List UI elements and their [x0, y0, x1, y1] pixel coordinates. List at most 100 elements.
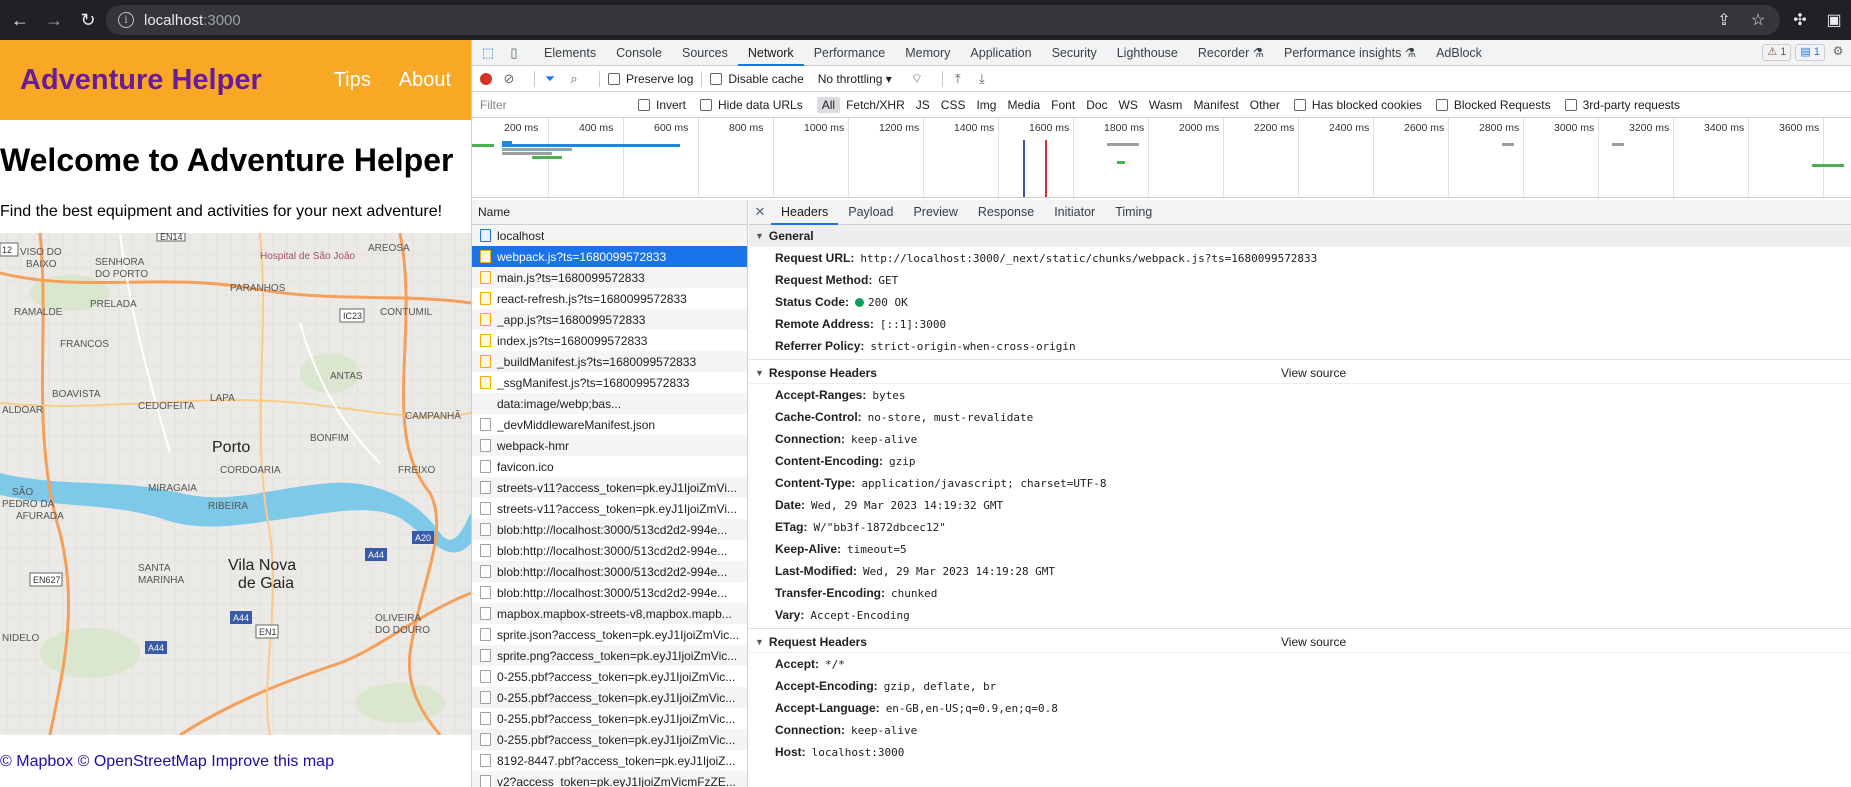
network-conditions-icon[interactable]: ⌔ [910, 71, 924, 86]
address-bar[interactable]: i localhost:3000 [106, 5, 1780, 35]
filter-type-js[interactable]: JS [911, 97, 935, 113]
request-row[interactable]: react-refresh.js?ts=1680099572833 [472, 288, 747, 309]
detail-tab-headers[interactable]: Headers [771, 200, 839, 225]
has-blocked-cookies-checkbox[interactable]: Has blocked cookies [1293, 98, 1422, 112]
response-view-source-link[interactable]: View source [1281, 366, 1346, 380]
record-button[interactable] [480, 72, 492, 85]
filter-type-other[interactable]: Other [1245, 97, 1285, 113]
inspect-element-icon[interactable]: ⬚ [478, 43, 498, 63]
request-row[interactable]: 0-255.pbf?access_token=pk.eyJ1IjoiZmVic.… [472, 666, 747, 687]
filter-input[interactable]: Filter [478, 96, 638, 114]
extensions-icon[interactable]: ✣ [1783, 10, 1817, 30]
devtools-tab-adblock[interactable]: AdBlock [1426, 40, 1492, 66]
filter-type-all[interactable]: All [816, 96, 841, 113]
request-row[interactable]: main.js?ts=1680099572833 [472, 267, 747, 288]
back-icon[interactable]: ← [6, 6, 34, 34]
devtools-tab-application[interactable]: Application [960, 40, 1041, 66]
devtools-tab-lighthouse[interactable]: Lighthouse [1107, 40, 1188, 66]
request-row[interactable]: data:image/webp;bas... [472, 393, 747, 414]
filter-type-doc[interactable]: Doc [1081, 97, 1112, 113]
throttling-select[interactable]: No throttling ▾ [818, 72, 892, 86]
devtools-tab-memory[interactable]: Memory [895, 40, 960, 66]
settings-gear-icon[interactable]: ⚙ [1829, 44, 1847, 61]
general-section-header[interactable]: ▼ General [749, 225, 1851, 247]
request-row[interactable]: blob:http://localhost:3000/513cd2d2-994e… [472, 561, 747, 582]
request-row[interactable]: localhost [472, 225, 747, 246]
close-detail-icon[interactable]: ✕ [749, 204, 771, 220]
request-row[interactable]: v2?access_token=pk.eyJ1IjoiZmVicmFzZE... [472, 771, 747, 787]
disable-cache-checkbox[interactable]: Disable cache [710, 72, 804, 86]
nav-about-link[interactable]: About [399, 69, 451, 92]
warning-count-badge[interactable]: ⚠ 1 [1762, 44, 1792, 61]
share-icon[interactable]: ⇪ [1707, 10, 1741, 30]
filter-type-media[interactable]: Media [1002, 97, 1045, 113]
devtools-tab-console[interactable]: Console [606, 40, 672, 66]
blocked-requests-checkbox[interactable]: Blocked Requests [1435, 98, 1551, 112]
third-party-checkbox[interactable]: 3rd-party requests [1564, 98, 1680, 112]
hide-data-urls-checkbox[interactable]: Hide data URLs [700, 98, 803, 112]
request-headers-section-header[interactable]: ▼ Request Headers View source [749, 631, 1851, 653]
request-row[interactable]: sprite.png?access_token=pk.eyJ1IjoiZmVic… [472, 645, 747, 666]
detail-tab-initiator[interactable]: Initiator [1044, 200, 1105, 225]
filter-icon[interactable]: ⏷ [543, 71, 557, 86]
request-row[interactable]: 0-255.pbf?access_token=pk.eyJ1IjoiZmVic.… [472, 729, 747, 750]
response-headers-section-header[interactable]: ▼ Response Headers View source [749, 362, 1851, 384]
export-har-icon[interactable]: ⤓ [975, 71, 989, 86]
request-row[interactable]: blob:http://localhost:3000/513cd2d2-994e… [472, 519, 747, 540]
detail-tab-preview[interactable]: Preview [903, 200, 967, 225]
message-count-badge[interactable]: ▤ 1 [1795, 44, 1825, 61]
site-info-icon[interactable]: i [118, 12, 134, 28]
detail-tab-timing[interactable]: Timing [1105, 200, 1162, 225]
request-row[interactable]: webpack.js?ts=1680099572833 [472, 246, 747, 267]
request-row[interactable]: _devMiddlewareManifest.json [472, 414, 747, 435]
sidebar-icon[interactable]: ▣ [1817, 10, 1851, 30]
filter-type-css[interactable]: CSS [936, 97, 971, 113]
request-row[interactable]: 0-255.pbf?access_token=pk.eyJ1IjoiZmVic.… [472, 687, 747, 708]
request-row[interactable]: 0-255.pbf?access_token=pk.eyJ1IjoiZmVic.… [472, 708, 747, 729]
name-column-header[interactable]: Name [472, 200, 747, 225]
filter-type-font[interactable]: Font [1046, 97, 1080, 113]
request-row[interactable]: blob:http://localhost:3000/513cd2d2-994e… [472, 540, 747, 561]
request-view-source-link[interactable]: View source [1281, 635, 1346, 649]
site-title[interactable]: Adventure Helper [20, 64, 262, 97]
devtools-tab-elements[interactable]: Elements [534, 40, 606, 66]
request-row[interactable]: index.js?ts=1680099572833 [472, 330, 747, 351]
filter-type-img[interactable]: Img [971, 97, 1001, 113]
detail-tab-response[interactable]: Response [968, 200, 1044, 225]
filter-type-manifest[interactable]: Manifest [1188, 97, 1243, 113]
request-row[interactable]: sprite.json?access_token=pk.eyJ1IjoiZmVi… [472, 624, 747, 645]
filter-type-fetch-xhr[interactable]: Fetch/XHR [841, 97, 910, 113]
filter-type-ws[interactable]: WS [1114, 97, 1143, 113]
request-row[interactable]: webpack-hmr [472, 435, 747, 456]
request-row[interactable]: _buildManifest.js?ts=1680099572833 [472, 351, 747, 372]
device-toolbar-icon[interactable]: ▯ [504, 43, 524, 63]
request-row[interactable]: blob:http://localhost:3000/513cd2d2-994e… [472, 582, 747, 603]
devtools-tab-network[interactable]: Network [737, 40, 804, 66]
forward-icon[interactable]: → [40, 6, 68, 34]
network-overview-timeline[interactable]: 200 ms 400 ms 600 ms 800 ms 1000 ms 1200 ms 14… [472, 118, 1851, 198]
request-row[interactable]: 8192-8447.pbf?access_token=pk.eyJ1IjoiZ.… [472, 750, 747, 771]
devtools-tab-performance[interactable]: Performance [804, 40, 896, 66]
mapbox-attribution-link[interactable]: © Mapbox [0, 753, 73, 770]
request-row[interactable]: _ssgManifest.js?ts=1680099572833 [472, 372, 747, 393]
bookmark-star-icon[interactable]: ☆ [1741, 10, 1775, 30]
request-row[interactable]: streets-v11?access_token=pk.eyJ1IjoiZmVi… [472, 477, 747, 498]
request-row[interactable]: favicon.ico [472, 456, 747, 477]
request-row[interactable]: _app.js?ts=1680099572833 [472, 309, 747, 330]
request-row[interactable]: streets-v11?access_token=pk.eyJ1IjoiZmVi… [472, 498, 747, 519]
import-har-icon[interactable]: ⤒ [951, 71, 965, 86]
filter-type-wasm[interactable]: Wasm [1144, 97, 1188, 113]
devtools-tab-recorder[interactable]: Recorder ⚗ [1188, 40, 1274, 66]
devtools-tab-security[interactable]: Security [1042, 40, 1107, 66]
preserve-log-checkbox[interactable]: Preserve log [608, 72, 693, 86]
improve-map-link[interactable]: Improve this map [211, 753, 334, 770]
nav-tips-link[interactable]: Tips [334, 69, 371, 92]
map[interactable]: Hospital de São João AREOSA SENHORA DO PO… [0, 233, 471, 735]
search-icon[interactable]: ⌕ [567, 71, 581, 86]
clear-icon[interactable]: ⊘ [502, 71, 516, 86]
request-row[interactable]: mapbox.mapbox-streets-v8,mapbox.mapb... [472, 603, 747, 624]
detail-tab-payload[interactable]: Payload [838, 200, 903, 225]
osm-attribution-link[interactable]: © OpenStreetMap [78, 753, 207, 770]
devtools-tab-sources[interactable]: Sources [672, 40, 738, 66]
devtools-tab-performance-insights[interactable]: Performance insights ⚗ [1274, 40, 1426, 66]
